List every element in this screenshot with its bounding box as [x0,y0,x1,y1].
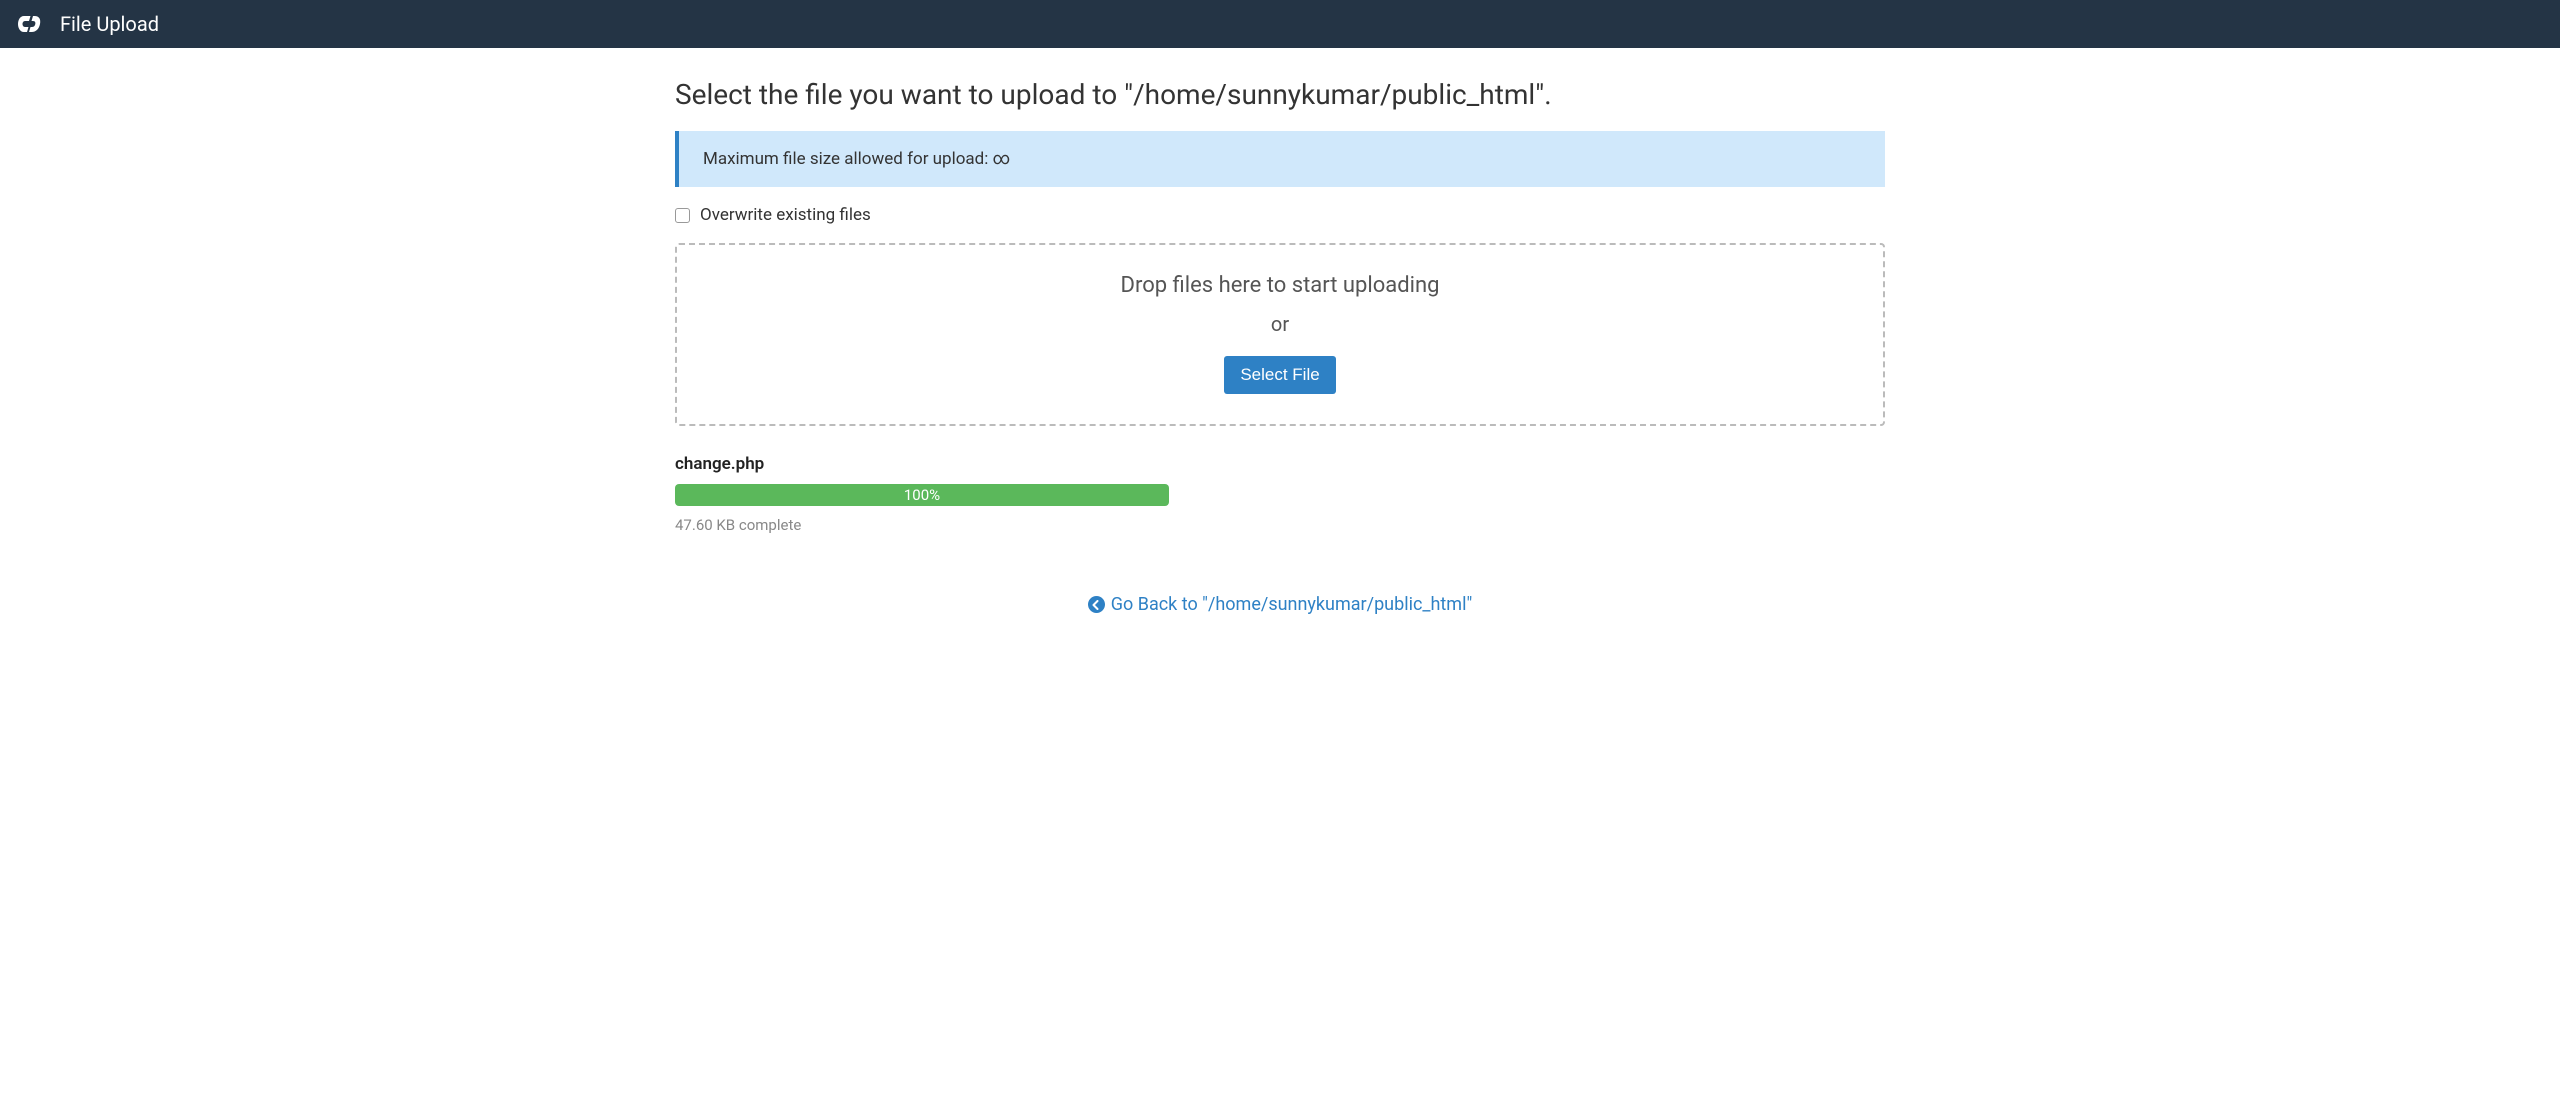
upload-item: change.php 100% 47.60 KB complete [675,454,1885,534]
back-link-wrap: Go Back to "/home/sunnykumar/public_html… [675,594,1885,615]
progress-bar-outer: 100% [675,484,1169,506]
select-file-button[interactable]: Select File [1224,356,1335,394]
arrow-left-circle-icon [1088,596,1105,613]
cpanel-logo-icon [16,13,48,35]
page-title: Select the file you want to upload to "/… [675,78,1885,111]
header-title: File Upload [60,12,159,36]
progress-bar-inner: 100% [675,484,1169,506]
progress-wrap: 100% [675,484,1169,506]
upload-filename: change.php [675,454,1885,474]
overwrite-label: Overwrite existing files [700,205,871,225]
go-back-link[interactable]: Go Back to "/home/sunnykumar/public_html… [1088,594,1473,615]
header-bar: File Upload [0,0,2560,48]
go-back-label: Go Back to "/home/sunnykumar/public_html… [1111,594,1473,615]
overwrite-checkbox[interactable] [675,208,690,223]
file-dropzone[interactable]: Drop files here to start uploading or Se… [675,243,1885,426]
upload-status-text: 47.60 KB complete [675,516,1885,534]
info-banner: Maximum file size allowed for upload: ∞ [675,131,1885,187]
dropzone-or-text: or [697,312,1863,336]
dropzone-text: Drop files here to start uploading [697,273,1863,298]
main-container: Select the file you want to upload to "/… [655,48,1905,635]
overwrite-checkbox-row[interactable]: Overwrite existing files [675,205,1885,225]
